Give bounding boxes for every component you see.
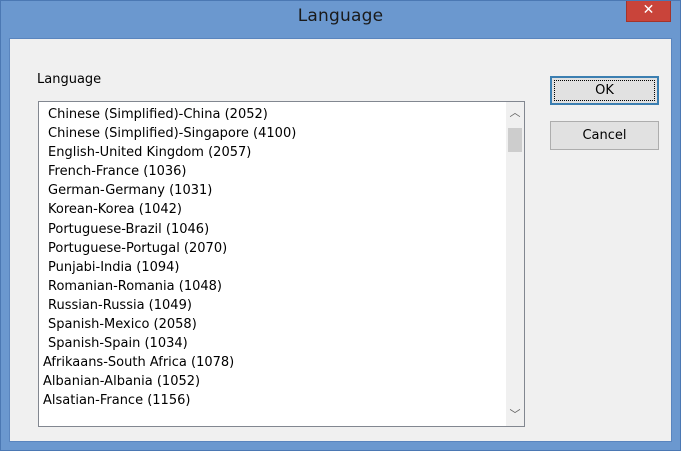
language-listbox[interactable]: Chinese (Simplified)-China (2052) Chinese… xyxy=(38,101,525,427)
close-button[interactable]: ✕ xyxy=(626,1,671,22)
close-icon: ✕ xyxy=(642,2,655,18)
cancel-button[interactable]: Cancel xyxy=(550,121,659,150)
list-item[interactable]: French-France (1036) xyxy=(39,162,504,181)
chevron-down-icon[interactable]: ﹀ xyxy=(506,406,524,424)
scrollbar-thumb[interactable] xyxy=(508,128,522,152)
title-bar[interactable]: Language ✕ xyxy=(1,1,680,31)
language-list-items: Chinese (Simplified)-China (2052) Chinese… xyxy=(39,105,504,411)
list-item[interactable]: English-United Kingdom (2057) xyxy=(39,143,504,162)
dialog-body: Language Chinese (Simplified)-China (205… xyxy=(9,38,672,442)
list-item[interactable]: Punjabi-India (1094) xyxy=(39,258,504,277)
list-item[interactable]: Afrikaans-South Africa (1078) xyxy=(39,353,504,372)
list-item[interactable]: Spanish-Mexico (2058) xyxy=(39,315,504,334)
focus-rectangle xyxy=(554,80,655,101)
list-item[interactable]: Korean-Korea (1042) xyxy=(39,200,504,219)
vertical-scrollbar[interactable]: ︿ ﹀ xyxy=(506,102,524,426)
ok-button[interactable]: OK xyxy=(550,76,659,105)
list-item[interactable]: Alsatian-France (1156) xyxy=(39,391,504,410)
list-item[interactable]: Spanish-Spain (1034) xyxy=(39,334,504,353)
list-item[interactable]: Albanian-Albania (1052) xyxy=(39,372,504,391)
language-dialog: Language ✕ Language Chinese (Simplified)… xyxy=(0,0,681,451)
list-item[interactable]: Portuguese-Portugal (2070) xyxy=(39,239,504,258)
list-item[interactable]: Russian-Russia (1049) xyxy=(39,296,504,315)
list-item[interactable]: Portuguese-Brazil (1046) xyxy=(39,220,504,239)
list-item[interactable]: Chinese (Simplified)-Singapore (4100) xyxy=(39,124,504,143)
cancel-button-label: Cancel xyxy=(582,128,627,143)
list-item[interactable]: Romanian-Romania (1048) xyxy=(39,277,504,296)
window-title: Language xyxy=(297,6,384,26)
language-list-label: Language xyxy=(37,72,102,87)
list-item[interactable]: Chinese (Simplified)-China (2052) xyxy=(39,105,504,124)
list-item[interactable]: German-Germany (1031) xyxy=(39,181,504,200)
chevron-up-icon[interactable]: ︿ xyxy=(506,104,524,122)
